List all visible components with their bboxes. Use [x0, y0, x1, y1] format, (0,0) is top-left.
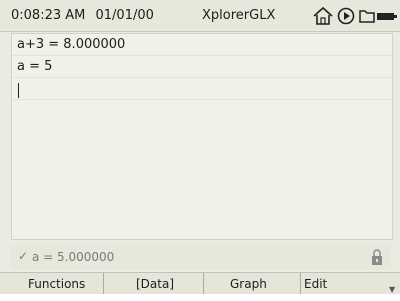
graph-softkey[interactable]: Graph [204, 273, 301, 294]
expression-text: a+3 = 8.000000 [17, 37, 126, 52]
softkey-label: Functions [28, 277, 86, 291]
play-icon[interactable] [336, 5, 356, 27]
status-time: 0:08:23 AM [11, 8, 86, 23]
folder-icon[interactable] [358, 5, 376, 27]
calculator-screen: 0:08:23 AM 01/01/00 XplorerGLX a+3 = 8.0… [0, 0, 400, 294]
softkey-bar: Functions [Data] Graph Edit ▼ [0, 272, 400, 294]
text-cursor [18, 83, 19, 98]
clock: 0:08:23 AM 01/01/00 [11, 8, 154, 23]
battery-icon [377, 13, 397, 20]
check-icon: ✓ [18, 249, 29, 263]
status-date: 01/01/00 [95, 8, 154, 23]
editor-line-active[interactable] [12, 78, 392, 100]
home-icon[interactable] [312, 5, 334, 27]
functions-softkey[interactable]: Functions [0, 273, 104, 294]
expression-editor[interactable]: a+3 = 8.000000 a = 5 [11, 33, 393, 240]
editor-line[interactable]: a = 5 [12, 56, 392, 78]
editor-line[interactable]: a+3 = 8.000000 [12, 34, 392, 56]
expression-text: a = 5 [17, 59, 53, 74]
data-softkey[interactable]: [Data] [104, 273, 204, 294]
result-bar: ✓ a = 5.000000 [11, 245, 391, 270]
lock-icon [372, 249, 382, 265]
softkey-label: [Data] [136, 277, 175, 291]
softkey-label: Edit [304, 277, 328, 291]
result-text: a = 5.000000 [32, 250, 115, 264]
softkey-label: Graph [230, 277, 267, 291]
edit-softkey[interactable]: Edit ▼ [301, 273, 400, 294]
app-name: XplorerGLX [202, 8, 276, 23]
status-bar: 0:08:23 AM 01/01/00 XplorerGLX [0, 0, 400, 32]
dropdown-arrow-icon: ▼ [389, 285, 396, 294]
